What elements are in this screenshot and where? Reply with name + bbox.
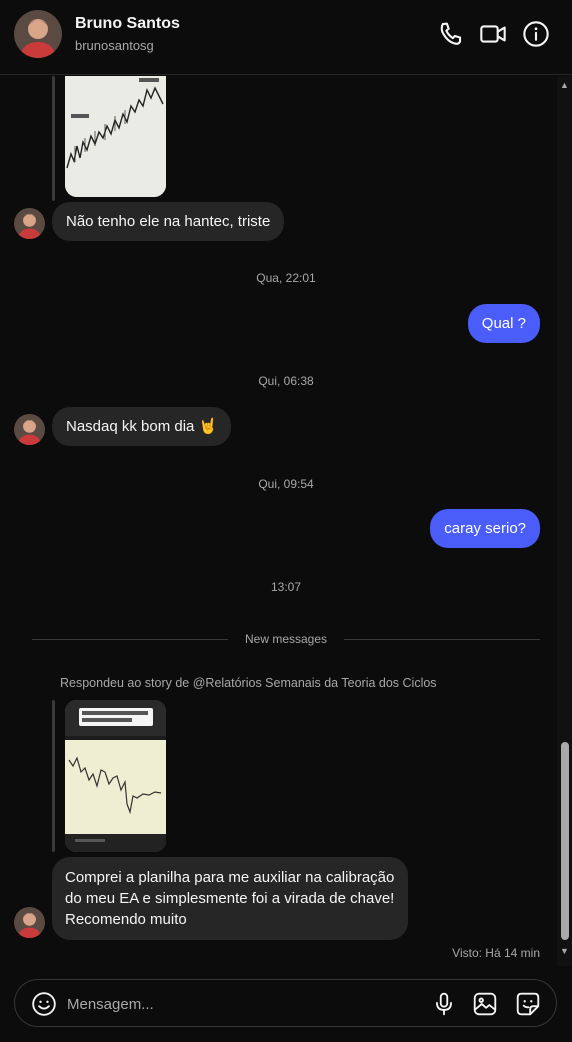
timestamp: Qui, 09:54 bbox=[258, 477, 314, 491]
info-icon[interactable] bbox=[522, 20, 550, 48]
timestamp: Qua, 22:01 bbox=[256, 271, 316, 285]
scrollbar-thumb[interactable] bbox=[561, 742, 569, 940]
story-thumbnail[interactable] bbox=[65, 700, 166, 852]
outgoing-message[interactable]: Qual ? bbox=[467, 304, 540, 343]
timestamp: 13:07 bbox=[270, 580, 302, 594]
message-line: Recomendo muito bbox=[65, 911, 187, 928]
reply-indicator-bar bbox=[52, 700, 55, 852]
avatar[interactable] bbox=[14, 208, 45, 239]
timestamp: Qui, 06:38 bbox=[258, 374, 314, 388]
divider-line bbox=[344, 639, 540, 640]
sticker-icon[interactable] bbox=[515, 991, 541, 1017]
message-thread[interactable]: Não tenho ele na hantec, triste Qua, 22:… bbox=[0, 76, 572, 966]
story-reply-label: Respondeu ao story de @Relatórios Semana… bbox=[60, 676, 437, 690]
image-icon[interactable] bbox=[472, 991, 498, 1017]
avatar[interactable] bbox=[14, 414, 45, 445]
avatar[interactable] bbox=[14, 907, 45, 938]
message-line: Comprei a planilha para me auxiliar na c… bbox=[65, 869, 395, 886]
incoming-message[interactable]: Nasdaq kk bom dia 🤘 bbox=[52, 407, 232, 446]
scroll-up-arrow[interactable]: ▲ bbox=[559, 80, 570, 91]
incoming-message[interactable]: Comprei a planilha para me auxiliar na c… bbox=[52, 857, 409, 940]
message-line: do meu EA e simplesmente foi a virada de… bbox=[65, 890, 395, 907]
video-camera-icon[interactable] bbox=[479, 20, 507, 48]
conversation-header: Bruno Santos brunosantosg bbox=[0, 0, 572, 75]
phone-icon[interactable] bbox=[437, 20, 465, 48]
emoji-icon[interactable] bbox=[31, 991, 57, 1017]
reply-indicator-bar bbox=[52, 76, 55, 201]
outgoing-message[interactable]: caray serio? bbox=[430, 509, 540, 548]
avatar[interactable] bbox=[14, 10, 62, 58]
contact-username[interactable]: brunosantosg bbox=[75, 38, 154, 53]
seen-status: Visto: Há 14 min bbox=[452, 946, 540, 960]
contact-name[interactable]: Bruno Santos bbox=[75, 15, 180, 33]
microphone-icon[interactable] bbox=[431, 991, 457, 1017]
incoming-message[interactable]: Não tenho ele na hantec, triste bbox=[52, 202, 285, 241]
scroll-down-arrow[interactable]: ▼ bbox=[559, 946, 570, 957]
message-composer bbox=[14, 979, 557, 1027]
story-thumbnail[interactable] bbox=[65, 76, 166, 197]
message-input[interactable] bbox=[67, 992, 407, 1016]
